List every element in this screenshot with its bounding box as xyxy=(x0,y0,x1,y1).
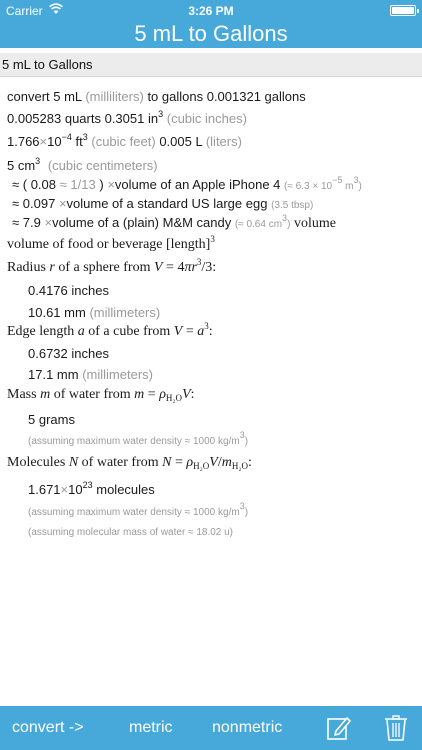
cm3-value: 5 cm3 xyxy=(7,156,41,174)
iphone-note: (≈ 6.3 × 10−5 m3) xyxy=(284,175,362,193)
comparison-egg: ≈ 0.097 ×volume of a standard US large e… xyxy=(12,196,314,211)
molecules-assumption-mass: (assuming molecular mass of water ≈ 18.0… xyxy=(28,527,234,538)
liters-value: 0.005 L xyxy=(159,134,203,149)
cubic-inches-unit: (cubic inches) xyxy=(166,111,247,126)
result-cubic-feet-line: 1.766×10−4 ft3 (cubic feet) 0.005 L (lit… xyxy=(7,132,242,150)
cubic-feet-unit: (cubic feet) xyxy=(91,134,156,149)
metric-button[interactable]: metric xyxy=(129,718,173,738)
sphere-mm: 10.61 mm (millimeters) xyxy=(28,305,161,320)
clock: 3:26 PM xyxy=(188,4,234,18)
result-cm3-line: 5 cm3 (cubic centimeters) xyxy=(7,156,158,174)
comparison-iphone: ≈ ( 0.08 ≈ 1/13 ) ×volume of an Apple iP… xyxy=(12,175,362,193)
sphere-formula-line: Radius r of a sphere from V = 4πr3/3: xyxy=(7,257,217,276)
mass-value: 5 grams xyxy=(28,412,75,427)
bottom-toolbar: convert -> metric nonmetric xyxy=(0,706,422,750)
sphere-inches: 0.4176 inches xyxy=(28,283,109,298)
mass-formula-line: Mass m of water from m = ρH₂OV: xyxy=(7,387,195,403)
food-volume-line: volume of food or beverage [length]3 xyxy=(7,234,215,253)
gallons-value: 0.001321 gallons xyxy=(206,89,306,104)
query-text: 5 mL to Gallons xyxy=(2,57,93,72)
cubic-feet-value: 1.766×10−4 ft3 xyxy=(7,132,88,150)
result-convert-line: convert 5 mL (milliliters) to gallons 0.… xyxy=(7,89,306,105)
mass-assumption: (assuming maximum water density ≈ 1000 k… xyxy=(28,430,249,448)
trash-icon[interactable] xyxy=(384,715,408,741)
molecules-assumption-density: (assuming maximum water density ≈ 1000 k… xyxy=(28,501,249,519)
cube-formula-line: Edge length a of a cube from V = a3: xyxy=(7,321,213,340)
to-gallons: to gallons xyxy=(147,89,204,104)
convert-button[interactable]: convert -> xyxy=(12,718,84,738)
molecules-formula-line: Molecules N of water from N = ρH₂OV/mH₂O… xyxy=(7,455,252,471)
cube-mm: 17.1 mm (millimeters) xyxy=(28,367,153,382)
nonmetric-button[interactable]: nonmetric xyxy=(212,718,282,738)
comparison-mm-candy: ≈ 7.9 ×volume of a (plain) M&M candy (≈ … xyxy=(12,213,337,232)
navigation-bar: Carrier 3:26 PM 5 mL to Gallons xyxy=(0,0,422,48)
molecules-value: 1.671×1023 molecules xyxy=(28,480,155,498)
battery-icon xyxy=(390,5,419,16)
liters-unit: (liters) xyxy=(205,134,242,149)
status-bar: Carrier 3:26 PM xyxy=(0,0,422,20)
quarts-value: 0.005283 quarts xyxy=(7,111,101,126)
convert-word: convert xyxy=(7,89,50,104)
page-title: 5 mL to Gallons xyxy=(134,21,288,46)
cubic-inches-value: 0.3051 in3 xyxy=(104,109,164,127)
query-row[interactable]: 5 mL to Gallons xyxy=(0,53,422,77)
edit-icon[interactable] xyxy=(327,715,351,741)
input-value: 5 mL xyxy=(53,89,82,104)
cm3-unit: (cubic centimeters) xyxy=(47,158,158,173)
input-unit: (milliliters) xyxy=(85,89,144,104)
cube-inches: 0.6732 inches xyxy=(28,346,109,361)
result-quarts-line: 0.005283 quarts 0.3051 in3 (cubic inches… xyxy=(7,109,247,127)
